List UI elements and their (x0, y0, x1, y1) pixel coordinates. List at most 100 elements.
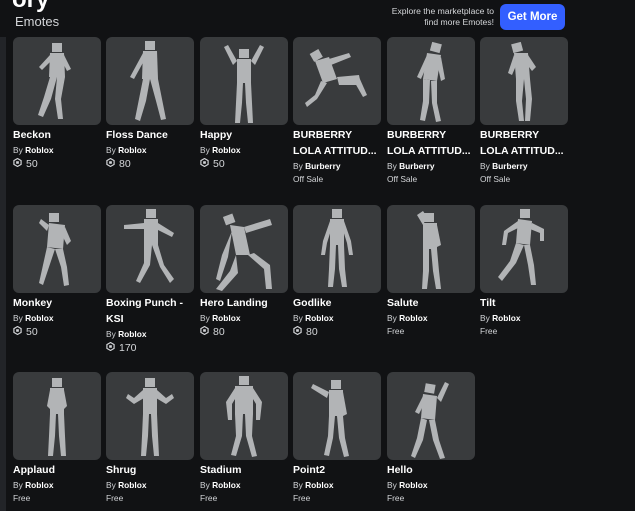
emote-name[interactable]: Hero Landing (200, 295, 288, 311)
emote-name[interactable]: BURBERRY LOLA ATTITUD... (387, 127, 475, 159)
creator-prefix: By (387, 313, 397, 323)
avatar-beckon-icon (38, 43, 71, 119)
emote-card[interactable]: Godlike By Roblox 80 (293, 205, 381, 340)
emote-thumbnail[interactable] (293, 37, 381, 125)
creator-name[interactable]: Roblox (492, 313, 520, 323)
emote-thumbnail[interactable] (293, 205, 381, 293)
get-more-button[interactable]: Get More (500, 4, 565, 30)
emote-card[interactable]: Tilt By Roblox Free (480, 205, 568, 338)
emote-thumbnail[interactable] (13, 205, 101, 293)
emote-creator: By Roblox (106, 479, 194, 492)
emote-thumbnail[interactable] (387, 372, 475, 460)
creator-prefix: By (13, 313, 23, 323)
emote-name[interactable]: BURBERRY LOLA ATTITUD... (293, 127, 381, 159)
emote-card[interactable]: Point2 By Roblox Free (293, 372, 381, 505)
emote-name[interactable]: Godlike (293, 295, 381, 311)
creator-name[interactable]: Roblox (212, 313, 240, 323)
creator-prefix: By (293, 313, 303, 323)
emote-thumbnail[interactable] (200, 372, 288, 460)
price-value: 50 (26, 326, 38, 338)
emote-thumbnail[interactable] (200, 205, 288, 293)
emote-card[interactable]: Beckon By Roblox 50 (13, 37, 101, 172)
price-value: 80 (306, 326, 318, 338)
emote-card[interactable]: Salute By Roblox Free (387, 205, 475, 338)
emote-thumbnail[interactable] (106, 37, 194, 125)
creator-name[interactable]: Roblox (305, 480, 333, 490)
creator-name[interactable]: Roblox (25, 480, 53, 490)
emote-card[interactable]: Hero Landing By Roblox 80 (200, 205, 288, 340)
emote-name[interactable]: Stadium (200, 462, 288, 478)
creator-name[interactable]: Burberry (399, 161, 434, 171)
marketplace-promo: Explore the marketplace to find more Emo… (362, 6, 494, 28)
emote-card[interactable]: Happy By Roblox 50 (200, 37, 288, 172)
emote-card[interactable]: Stadium By Roblox Free (200, 372, 288, 505)
emote-card[interactable]: Monkey By Roblox 50 (13, 205, 101, 340)
creator-name[interactable]: Roblox (399, 313, 427, 323)
emote-creator: By Burberry (480, 160, 568, 173)
creator-name[interactable]: Burberry (305, 161, 340, 171)
emote-name[interactable]: BURBERRY LOLA ATTITUD... (480, 127, 568, 159)
emote-thumbnail[interactable] (106, 372, 194, 460)
emote-thumbnail[interactable] (387, 37, 475, 125)
emote-creator: By Roblox (200, 312, 288, 325)
emote-price: 50 (13, 157, 101, 172)
price-value: 50 (26, 158, 38, 170)
creator-name[interactable]: Roblox (212, 145, 240, 155)
emote-name[interactable]: Happy (200, 127, 288, 143)
emote-name[interactable]: Point2 (293, 462, 381, 478)
emote-name[interactable]: Shrug (106, 462, 194, 478)
creator-name[interactable]: Roblox (118, 329, 146, 339)
emote-card[interactable]: BURBERRY LOLA ATTITUD... By Burberry Off S… (293, 37, 381, 186)
emote-status: Off Sale (387, 174, 418, 184)
emote-thumbnail[interactable] (480, 37, 568, 125)
creator-name[interactable]: Roblox (118, 480, 146, 490)
robux-icon (200, 325, 209, 340)
emote-card[interactable]: BURBERRY LOLA ATTITUD... By Burberry Off S… (387, 37, 475, 186)
emote-creator: By Burberry (387, 160, 475, 173)
emote-status: Off Sale (480, 174, 511, 184)
emote-thumbnail[interactable] (13, 37, 101, 125)
creator-name[interactable]: Roblox (212, 480, 240, 490)
emote-thumbnail[interactable] (387, 205, 475, 293)
emote-price: 80 (293, 325, 381, 340)
creator-name[interactable]: Burberry (492, 161, 527, 171)
emote-card[interactable]: BURBERRY LOLA ATTITUD... By Burberry Off S… (480, 37, 568, 186)
emote-status: Free (293, 493, 311, 503)
emote-name[interactable]: Boxing Punch - KSI (106, 295, 194, 327)
emote-thumbnail[interactable] (293, 372, 381, 460)
emote-status: Free (387, 326, 405, 336)
emote-name[interactable]: Monkey (13, 295, 101, 311)
avatar-hello-icon (411, 382, 449, 459)
emote-name[interactable]: Beckon (13, 127, 101, 143)
robux-icon (106, 341, 115, 356)
avatar-salute-icon (417, 211, 441, 289)
emote-name[interactable]: Applaud (13, 462, 101, 478)
creator-name[interactable]: Roblox (25, 313, 53, 323)
emote-creator: By Roblox (387, 312, 475, 325)
creator-prefix: By (387, 161, 397, 171)
emote-card[interactable]: Boxing Punch - KSI By Roblox 170 (106, 205, 194, 356)
creator-name[interactable]: Roblox (25, 145, 53, 155)
emote-name[interactable]: Floss Dance (106, 127, 194, 143)
emote-thumbnail[interactable] (106, 205, 194, 293)
creator-prefix: By (106, 480, 116, 490)
robux-icon (13, 157, 22, 172)
emote-name[interactable]: Hello (387, 462, 475, 478)
creator-name[interactable]: Roblox (118, 145, 146, 155)
emote-name[interactable]: Salute (387, 295, 475, 311)
emote-card[interactable]: Shrug By Roblox Free (106, 372, 194, 505)
emote-thumbnail[interactable] (13, 372, 101, 460)
creator-prefix: By (200, 313, 210, 323)
creator-prefix: By (293, 480, 303, 490)
creator-name[interactable]: Roblox (305, 313, 333, 323)
emote-price: 50 (200, 157, 288, 172)
emote-thumbnail[interactable] (480, 205, 568, 293)
creator-name[interactable]: Roblox (399, 480, 427, 490)
emote-card[interactable]: Floss Dance By Roblox 80 (106, 37, 194, 172)
emote-card[interactable]: Hello By Roblox Free (387, 372, 475, 505)
emote-thumbnail[interactable] (200, 37, 288, 125)
emote-name[interactable]: Tilt (480, 295, 568, 311)
robux-icon (13, 325, 22, 340)
avatar-tilt-icon (498, 209, 544, 285)
emote-card[interactable]: Applaud By Roblox Free (13, 372, 101, 505)
